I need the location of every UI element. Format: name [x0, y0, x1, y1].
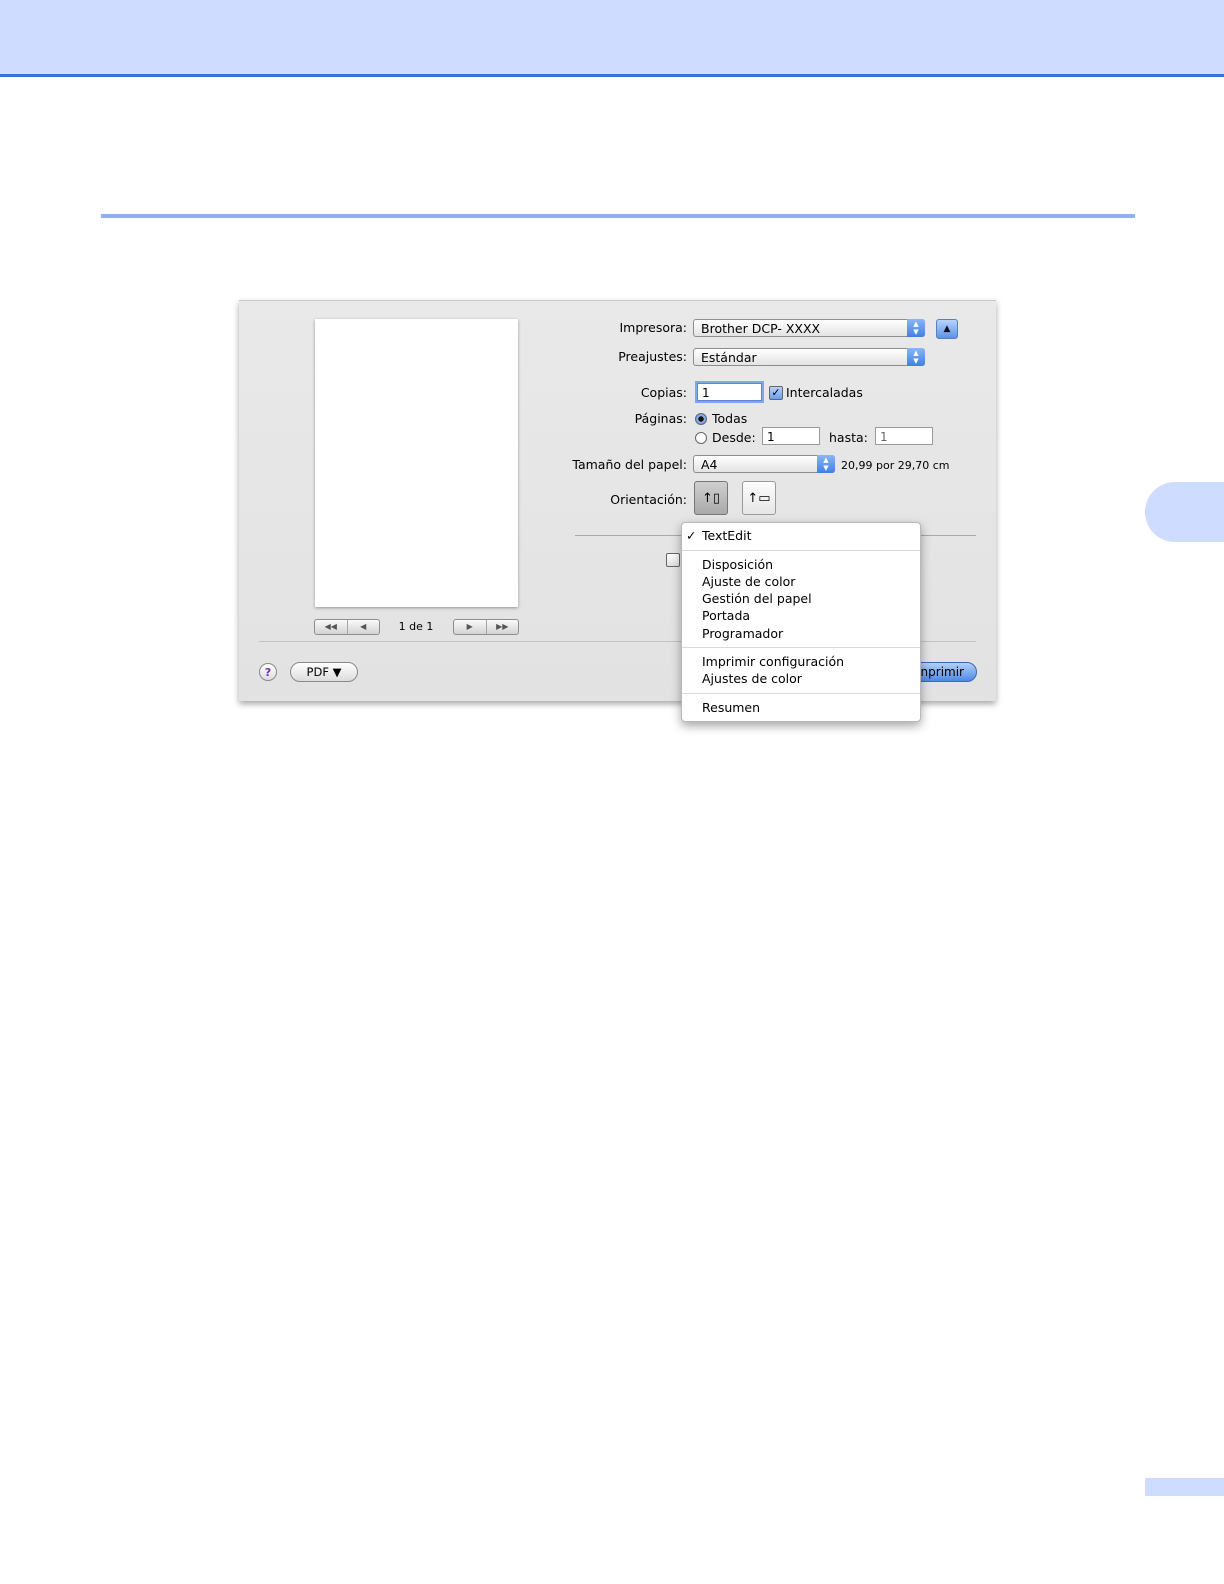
landscape-orientation-button[interactable]: ↑▭	[742, 481, 776, 515]
menu-item-paper-handling[interactable]: Gestión del papel	[702, 591, 812, 607]
pages-to-input[interactable]: 1	[875, 427, 933, 445]
collated-label: Intercaladas	[786, 385, 863, 400]
pages-range-radio[interactable]	[695, 432, 707, 444]
paper-size-select[interactable]: A4 ▲ ▼	[693, 455, 835, 473]
next-page-icon[interactable]: ▶	[454, 620, 487, 634]
paper-size-label: Tamaño del papel:	[572, 457, 687, 472]
copies-input[interactable]: 1	[697, 383, 762, 401]
last-page-icon[interactable]: ▶▶	[487, 620, 519, 634]
presets-select[interactable]: Estándar ▲ ▼	[693, 348, 925, 366]
menu-item-scheduler[interactable]: Programador	[702, 626, 783, 642]
menu-item-summary[interactable]: Resumen	[702, 700, 760, 716]
collapse-dialog-button[interactable]: ▲	[936, 319, 958, 339]
menu-separator	[682, 550, 920, 551]
landscape-icon: ↑▭	[747, 491, 771, 506]
presets-value: Estándar	[701, 350, 757, 365]
first-page-icon[interactable]: ◀◀	[315, 620, 348, 634]
header-band	[0, 0, 1224, 77]
menu-separator	[682, 693, 920, 694]
pages-from-label: Desde:	[712, 430, 756, 445]
pages-all-label: Todas	[712, 411, 748, 426]
pages-from-input[interactable]: 1	[762, 427, 820, 445]
preview-forward-controls: ▶ ▶▶	[453, 619, 519, 635]
popup-arrows-icon: ▲ ▼	[907, 319, 925, 337]
portrait-icon: ↑▯	[701, 491, 721, 506]
triangle-up-icon: ▲	[943, 324, 951, 334]
pdf-menu-button[interactable]: PDF ▼	[290, 662, 358, 682]
menu-item-print-settings[interactable]: Imprimir configuración	[702, 654, 844, 670]
printer-value: Brother DCP- XXXX	[701, 321, 821, 336]
menu-item-textedit[interactable]: TextEdit	[702, 528, 752, 544]
help-button[interactable]: ?	[259, 663, 277, 681]
paper-size-value: A4	[701, 457, 718, 472]
page-number-tab	[1145, 1478, 1224, 1496]
collated-checkbox[interactable]: ✓	[769, 386, 783, 400]
pages-all-radio[interactable]	[695, 413, 707, 425]
pages-to-label: hasta:	[829, 430, 868, 445]
menu-separator	[682, 647, 920, 648]
copies-label: Copias:	[640, 385, 687, 400]
menu-item-color-settings[interactable]: Ajustes de color	[702, 671, 802, 687]
option-checkbox[interactable]	[666, 553, 680, 567]
presets-label: Preajustes:	[618, 349, 687, 364]
chapter-tab	[1145, 482, 1224, 542]
preview-back-controls: ◀◀ ◀	[314, 619, 380, 635]
pages-label: Páginas:	[634, 411, 687, 426]
paper-dimensions: 20,99 por 29,70 cm	[841, 459, 950, 472]
printer-select[interactable]: Brother DCP- XXXX ▲ ▼	[693, 319, 925, 337]
portrait-orientation-button[interactable]: ↑▯	[694, 481, 728, 515]
printer-label: Impresora:	[619, 320, 687, 335]
section-rule	[101, 214, 1135, 218]
popup-arrows-icon: ▲ ▼	[907, 348, 925, 366]
menu-item-layout[interactable]: Disposición	[702, 557, 773, 573]
menu-item-color-matching[interactable]: Ajuste de color	[702, 574, 795, 590]
print-options-menu: ✓ TextEdit Disposición Ajuste de color G…	[681, 522, 921, 722]
previous-page-icon[interactable]: ◀	[348, 620, 380, 634]
checkmark-icon: ✓	[686, 528, 697, 543]
page-counter: 1 de 1	[398, 620, 434, 633]
menu-item-cover-page[interactable]: Portada	[702, 608, 750, 624]
orientation-label: Orientación:	[610, 492, 687, 507]
popup-arrows-icon: ▲ ▼	[817, 455, 835, 473]
